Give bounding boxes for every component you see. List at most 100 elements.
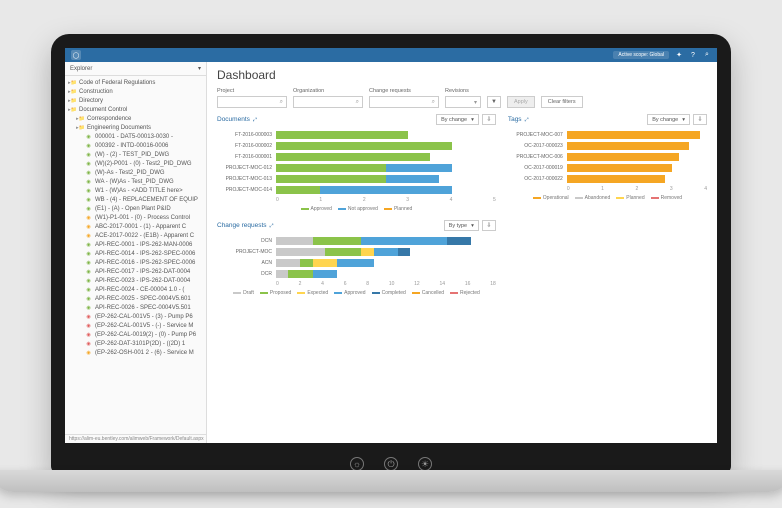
cr-export-button[interactable]: ⇩: [482, 220, 496, 231]
tree-node[interactable]: ◉(W)-As - Test2_PID_DWG: [65, 168, 206, 177]
tree-node[interactable]: ◉(EP-262-DAT-3101P(2D) - ((2D) 1: [65, 339, 206, 348]
chart-row: PROJECT-MOC-007: [508, 129, 707, 140]
legend-item[interactable]: Removed: [651, 195, 682, 201]
empty-panel: [508, 220, 707, 296]
tree-node[interactable]: ◉API-REC-0025 - SPEC-0004V5.601: [65, 294, 206, 303]
legend-item[interactable]: Completed: [372, 290, 406, 296]
legend-item[interactable]: Rejected: [450, 290, 480, 296]
clear-filters-button[interactable]: Clear filters: [541, 96, 583, 108]
tree-node[interactable]: ◉(E1) - (A) - Open Plant P&ID: [65, 204, 206, 213]
legend-item[interactable]: Cancelled: [412, 290, 444, 296]
tags-export-button[interactable]: ⇩: [693, 114, 707, 125]
chart-bar[interactable]: [567, 131, 707, 139]
explorer-tree[interactable]: ▸📁Code of Federal Regulations▸📁Construct…: [65, 76, 206, 434]
chart-bar[interactable]: [276, 164, 496, 172]
tree-node[interactable]: ◉(EP-262-CAL-001V5 - (-) - Service M: [65, 321, 206, 330]
tree-node[interactable]: ◉API-REC-0014 - IPS-262-SPEC-0006: [65, 249, 206, 258]
legend-item[interactable]: Proposed: [260, 290, 291, 296]
chart-bar[interactable]: [567, 164, 707, 172]
document-icon: ◉: [85, 259, 92, 266]
tree-node[interactable]: ▸📁Document Control: [65, 105, 206, 114]
chart-bar[interactable]: [276, 248, 496, 256]
tree-node[interactable]: ◉API-REC-0016 - IPS-262-SPEC-0006: [65, 258, 206, 267]
legend-item[interactable]: Planned: [384, 206, 412, 212]
tree-node[interactable]: ◉WB - (4) - REPLACEMENT OF EQUIP: [65, 195, 206, 204]
tree-node[interactable]: ▸📁Engineering Documents: [65, 123, 206, 132]
tree-node[interactable]: ◉API-REC-0024 - CE-00004 1.0 - (: [65, 285, 206, 294]
cart-icon[interactable]: ✦: [675, 51, 683, 59]
chart-bar[interactable]: [567, 142, 707, 150]
chart-bar[interactable]: [276, 142, 496, 150]
chart-bar-label: OC-2017-000023: [508, 143, 563, 149]
chart-bar[interactable]: [276, 175, 496, 183]
folder-icon: ▸📁: [77, 124, 84, 131]
tree-node[interactable]: ▸📁Directory: [65, 96, 206, 105]
tree-node[interactable]: ▸📁Construction: [65, 87, 206, 96]
tree-node[interactable]: ◉API-REC-0026 - SPEC-0004V5.501: [65, 303, 206, 312]
documents-panel-title[interactable]: Documents ⤢: [217, 116, 257, 123]
document-icon: ◉: [85, 349, 92, 356]
chart-bar[interactable]: [276, 237, 496, 245]
tree-node[interactable]: ◉W1 - (W)As - <ADD TITLE here>: [65, 186, 206, 195]
legend-item[interactable]: Expected: [297, 290, 328, 296]
tags-panel-title[interactable]: Tags ⤢: [508, 116, 529, 123]
cr-panel-title[interactable]: Change requests ⤢: [217, 222, 274, 229]
legend-item[interactable]: Draft: [233, 290, 254, 296]
tree-node[interactable]: ◉ABC-2017-0001 - (1) - Apparent C: [65, 222, 206, 231]
filter-input-cr[interactable]: ⌕: [369, 96, 439, 108]
tree-node[interactable]: ◉(W1)-P1-001 - (0) - Process Control: [65, 213, 206, 222]
chart-bar[interactable]: [276, 270, 496, 278]
app-logo-icon[interactable]: ◯: [71, 50, 81, 60]
legend-swatch: [450, 292, 458, 294]
documents-mode-select[interactable]: By change▾: [436, 114, 479, 125]
legend-label: Proposed: [270, 290, 291, 296]
documents-export-button[interactable]: ⇩: [482, 114, 496, 125]
filter-input-revisions[interactable]: ▾: [445, 96, 481, 108]
tree-node[interactable]: ◉(EP-262-CAL-0019(2) - (0) - Pump P6: [65, 330, 206, 339]
explorer-header[interactable]: Explorer ▾: [65, 62, 206, 76]
filter-input-project[interactable]: ⌕: [217, 96, 287, 108]
legend-item[interactable]: Operational: [533, 195, 569, 201]
filter-input-organization[interactable]: ⌕: [293, 96, 363, 108]
chart-bar[interactable]: [567, 175, 707, 183]
scope-badge[interactable]: Active scope: Global: [613, 51, 669, 59]
tree-node[interactable]: ◉ACE-2017-0022 - (E1B) - Apparent C: [65, 231, 206, 240]
filter-funnel-button[interactable]: ▼: [487, 96, 501, 108]
document-icon: ◉: [85, 241, 92, 248]
legend-item[interactable]: Planned: [616, 195, 644, 201]
apply-button[interactable]: Apply: [507, 96, 535, 108]
help-icon[interactable]: ?: [689, 51, 697, 59]
tree-node[interactable]: ◉API-REC-0001 - IPS-262-MAN-0006: [65, 240, 206, 249]
tree-node[interactable]: ◉000392 - INTD-00016-0006: [65, 141, 206, 150]
document-icon: ◉: [85, 286, 92, 293]
legend-item[interactable]: Approved: [301, 206, 332, 212]
chart-bar[interactable]: [567, 153, 707, 161]
chart-bar[interactable]: [276, 131, 496, 139]
tree-node[interactable]: ◉API-REC-0023 - IPS-262-DAT-0004: [65, 276, 206, 285]
tree-node[interactable]: ◉(EP-262-OSH-001 2 - (6) - Service M: [65, 348, 206, 357]
tree-node[interactable]: ◉(EP-262-CAL-001V5 - (3) - Pump P6: [65, 312, 206, 321]
search-icon[interactable]: ⌕: [703, 51, 711, 59]
legend-item[interactable]: Approved: [334, 290, 365, 296]
cr-mode-select[interactable]: By type▾: [444, 220, 479, 231]
chart-segment: [276, 270, 288, 278]
tree-node[interactable]: ◉(W) - (2) - TEST_PID_DWG: [65, 150, 206, 159]
legend-item[interactable]: Abandoned: [575, 195, 611, 201]
chart-bar[interactable]: [276, 153, 496, 161]
tree-node-label: (EP-262-CAL-001V5 - (3) - Pump P6: [95, 314, 193, 320]
chart-segment: [567, 175, 665, 183]
tree-node[interactable]: ◉WA - (W)As - Test_PID_DWG: [65, 177, 206, 186]
tree-node[interactable]: ▸📁Correspondence: [65, 114, 206, 123]
tree-node[interactable]: ◉API-REC-0017 - IPS-262-DAT-0004: [65, 267, 206, 276]
chart-bar[interactable]: [276, 259, 496, 267]
chevron-down-icon: ▾: [682, 117, 685, 123]
tree-node[interactable]: ◉000001 - DAT5-00013-0030 -: [65, 132, 206, 141]
chart-bar[interactable]: [276, 186, 496, 194]
tree-node-label: (EP-262-DAT-3101P(2D) - ((2D) 1: [95, 341, 185, 347]
chevron-down-icon: ▾: [198, 65, 201, 72]
chart-bar-label: DCN: [217, 238, 272, 244]
legend-item[interactable]: Not approved: [338, 206, 378, 212]
tree-node[interactable]: ▸📁Code of Federal Regulations: [65, 78, 206, 87]
tree-node[interactable]: ◉(W)(2)-P001 - (0) - Test2_PID_DWG: [65, 159, 206, 168]
tags-mode-select[interactable]: By change▾: [647, 114, 690, 125]
